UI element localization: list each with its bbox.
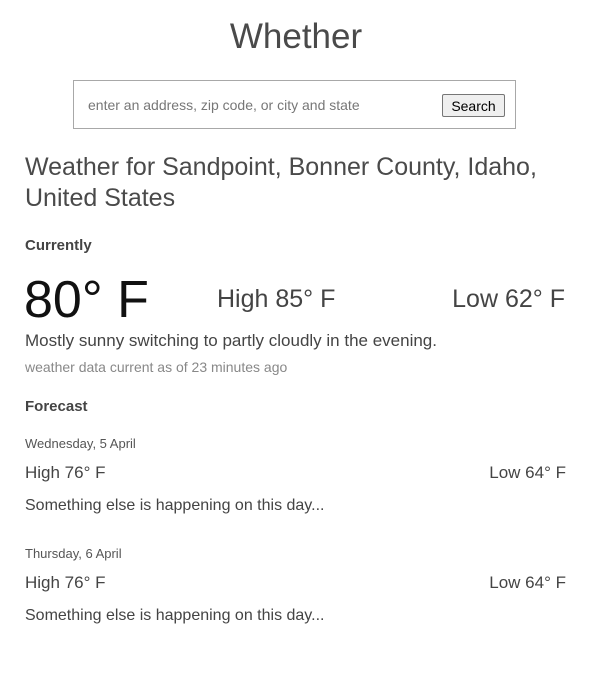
forecast-day-low: Low 64° F xyxy=(489,573,566,592)
forecast-label: Forecast xyxy=(25,398,88,415)
app-title: Whether xyxy=(229,17,363,56)
search-button[interactable]: Search xyxy=(442,94,505,117)
forecast-day-date: Wednesday, 5 April xyxy=(25,436,136,451)
forecast-day-low: Low 64° F xyxy=(489,463,566,482)
forecast-day-high: High 76° F xyxy=(25,573,106,592)
current-high: High 85° F xyxy=(217,285,336,313)
current-low: Low 62° F xyxy=(452,285,565,313)
forecast-day-high: High 76° F xyxy=(25,463,106,482)
forecast-day-summary: Something else is happening on this day.… xyxy=(25,607,325,624)
forecast-day: Thursday, 6 April High 76° F Low 64° F S… xyxy=(25,546,566,646)
location-title: Weather for Sandpoint, Bonner County, Id… xyxy=(25,153,537,212)
forecast-day: Wednesday, 5 April High 76° F Low 64° F … xyxy=(25,436,566,536)
search-form: Search xyxy=(73,80,516,129)
currently-label: Currently xyxy=(25,237,92,254)
current-summary: Mostly sunny switching to partly cloudly… xyxy=(25,331,437,350)
forecast-day-date: Thursday, 6 April xyxy=(25,546,122,561)
forecast-day-summary: Something else is happening on this day.… xyxy=(25,497,325,514)
current-temperature: 80° F xyxy=(24,271,149,329)
search-input[interactable] xyxy=(88,95,438,115)
data-age-note: weather data current as of 23 minutes ag… xyxy=(25,359,288,375)
